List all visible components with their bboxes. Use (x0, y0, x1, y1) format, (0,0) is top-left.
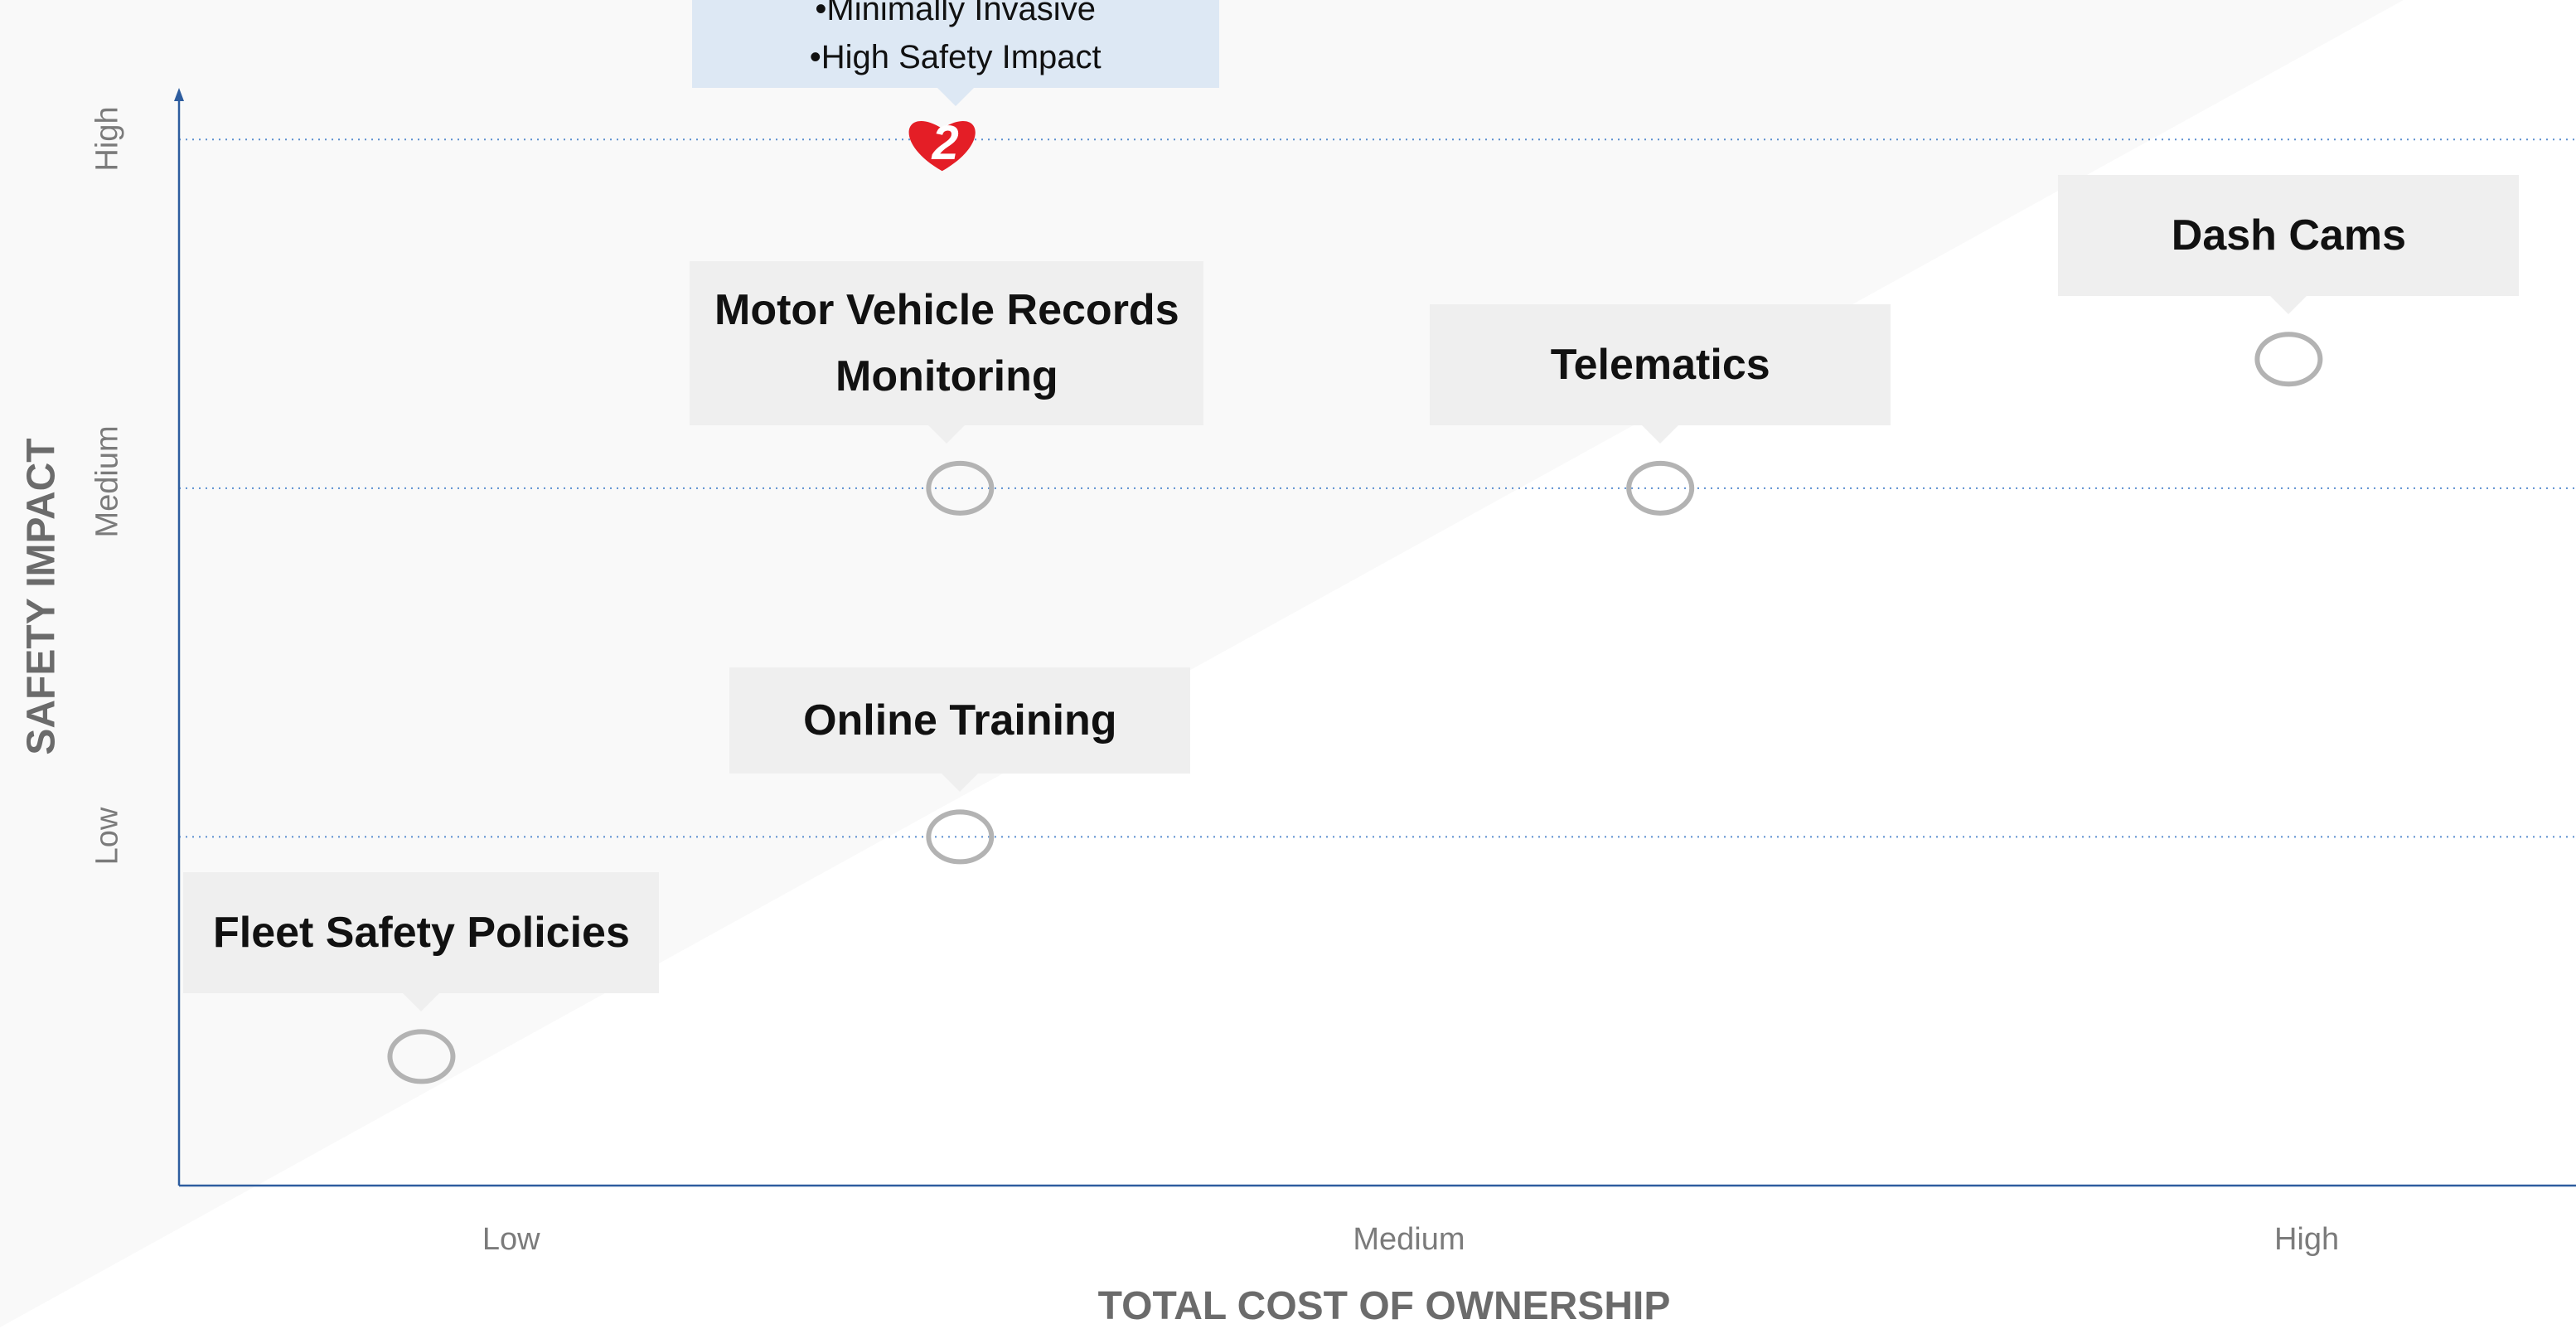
callout-cell-phone-blocking: Cell Phone BlockingLow costMinimally Inv… (691, 0, 1219, 107)
y-axis-title: SAFETY IMPACT (19, 438, 64, 755)
callout-title: Online Training (803, 696, 1117, 745)
callout-pointer (2270, 296, 2307, 315)
point-marker (2254, 332, 2323, 387)
callout-telematics: Telematics (1430, 303, 1891, 444)
callout-pointer (928, 424, 966, 444)
callout-motor-vehicle-records-monitoring: Motor Vehicle Records Monitoring (690, 260, 1204, 444)
callout-bullet: High Safety Impact (810, 33, 1102, 81)
callout-title: Motor Vehicle Records Monitoring (714, 285, 1179, 400)
callout-pointer (403, 993, 440, 1012)
shaded-region (0, 0, 2404, 1327)
x-tick-label: High (2273, 1222, 2340, 1257)
callout-title: Telematics (1550, 340, 1770, 389)
callout-online-training: Online Training (729, 667, 1191, 793)
callout-title: Fleet Safety Policies (212, 909, 630, 958)
callout-bullets: Low costMinimally InvasiveHigh Safety Im… (810, 0, 1102, 81)
y-tick-label: Medium (90, 425, 125, 538)
callout-pointer (937, 88, 974, 107)
svg-text:2: 2 (932, 116, 959, 170)
y-tick-label: Low (90, 808, 125, 866)
chart-stage: 2 Cell Phone BlockingLow costMinimally I… (0, 0, 2576, 1328)
callout-pointer (942, 774, 979, 793)
callout-dash-cams: Dash Cams (2058, 175, 2520, 315)
callout-bullet: Minimally Invasive (810, 0, 1102, 33)
x-tick-label: Low (482, 1222, 540, 1257)
callout-fleet-safety-policies: Fleet Safety Policies (183, 872, 660, 1012)
y-tick-label: High (90, 106, 125, 172)
x-tick-label: Medium (1353, 1222, 1465, 1257)
callout-title: Dash Cams (2171, 211, 2406, 260)
x-axis-title: TOTAL COST OF OWNERSHIP (1097, 1284, 1671, 1328)
callout-pointer (1642, 424, 1679, 444)
